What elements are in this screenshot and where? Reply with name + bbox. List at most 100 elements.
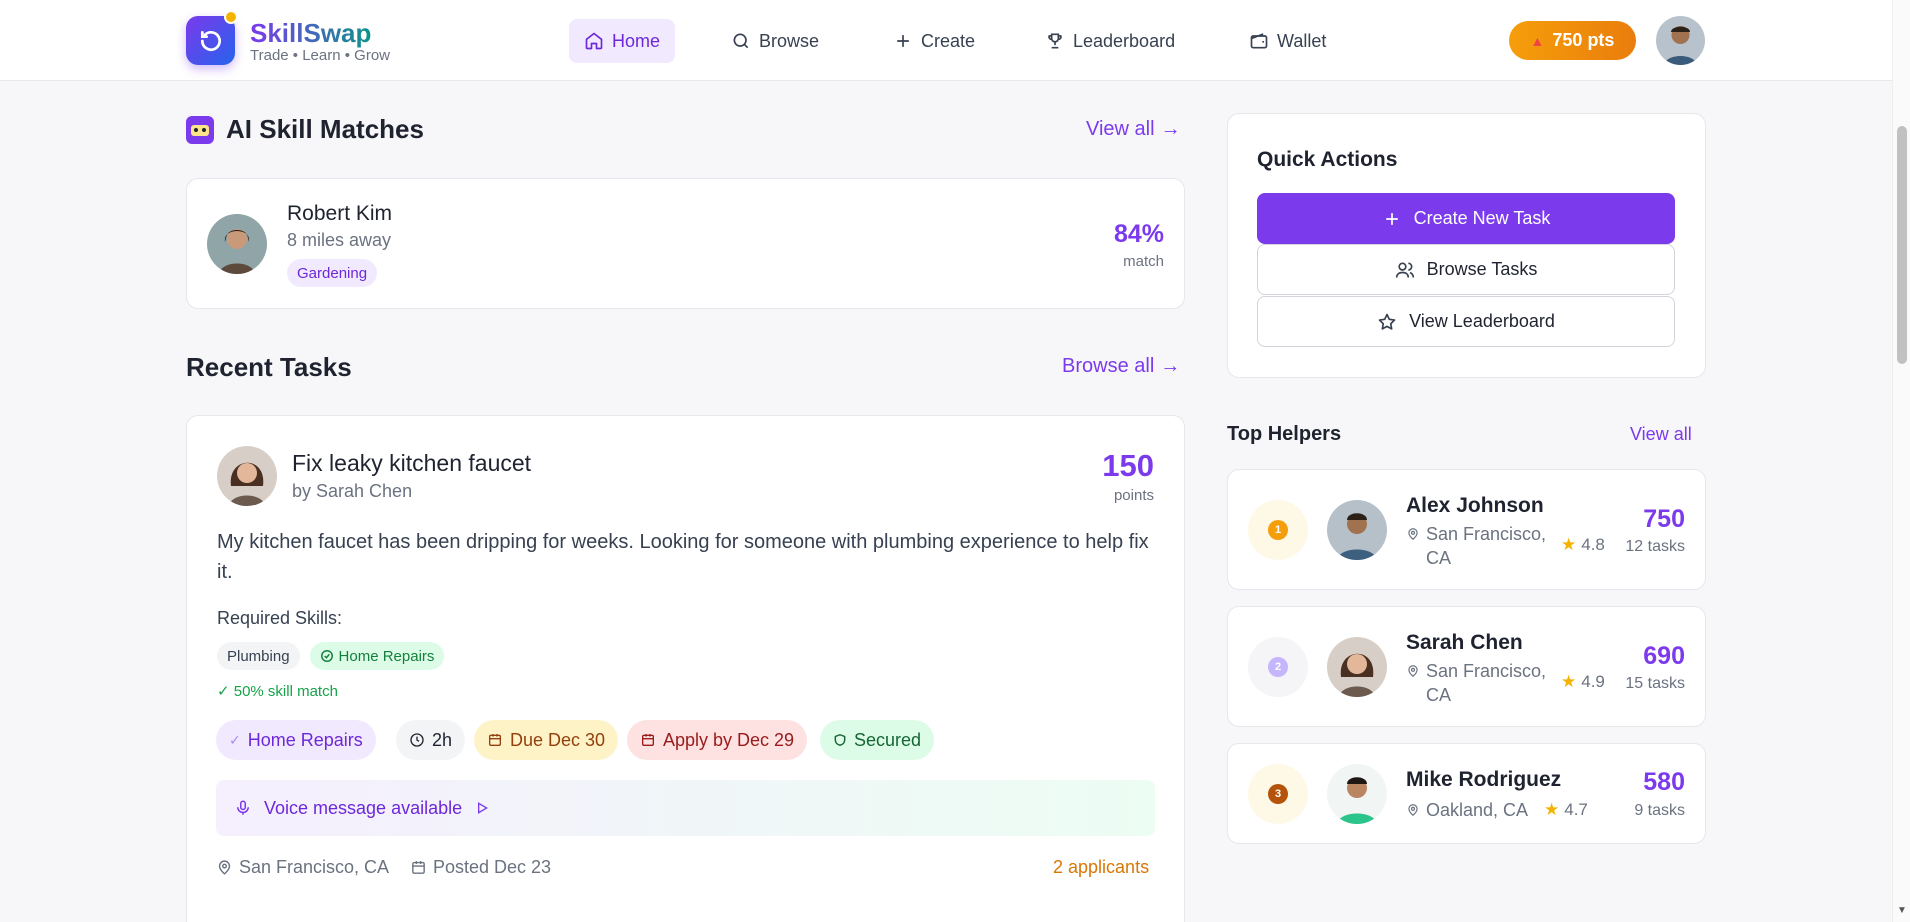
user-avatar[interactable] [1656,16,1705,65]
task-points-label: points [1113,487,1154,504]
top-helpers-title: Top Helpers [1227,423,1342,445]
scrollbar-thumb[interactable] [1897,126,1907,364]
apply-by-chip-label: Apply by Dec 29 [663,729,795,750]
rank-number: 3 [1268,784,1288,804]
search-icon [733,33,749,49]
nav-browse-label: Browse [759,30,820,51]
helper-location-label: San Francisco, CA [1426,524,1547,568]
gold-medal-icon: 1 [1248,500,1308,560]
helper-name: Mike Rodriguez [1406,768,1562,791]
task-card[interactable]: Fix leaky kitchen faucet by Sarah Chen 1… [186,415,1185,922]
robot-icon [186,115,214,144]
helper-location-label: San Francisco, CA [1426,661,1547,705]
helper-avatar [1327,637,1387,697]
helper-card[interactable]: 2 Sarah Chen San Francisco, CA ★ 4.9 690… [1227,606,1706,727]
create-new-task-button[interactable]: Create New Task [1257,193,1675,244]
helper-tasks: 15 tasks [1625,675,1685,692]
trophy-icon [1048,33,1062,49]
calendar-icon [412,861,425,874]
view-leaderboard-button[interactable]: View Leaderboard [1257,296,1675,347]
helper-location: Oakland, CA [1406,798,1528,822]
required-skills-label: Required Skills: [217,608,343,628]
helper-avatar [1327,764,1387,824]
nav-wallet-label: Wallet [1277,30,1327,51]
secured-chip: Secured [820,720,935,760]
category-chip: ✓ Home Repairs [216,720,376,760]
top-helpers-view-all-link[interactable]: View all [1630,424,1692,445]
create-new-task-label: Create New Task [1413,208,1551,228]
plus-icon [1385,212,1398,225]
skill-tag-label: Home Repairs [338,647,435,665]
browse-tasks-label: Browse Tasks [1426,259,1538,279]
page-scrollbar[interactable]: ▼ [1892,0,1910,922]
helper-card[interactable]: 1 Alex Johnson San Francisco, CA ★ 4.8 7… [1227,469,1706,590]
nav-home[interactable]: Home [569,19,676,63]
wrench-icon: ✓ [229,731,241,748]
browse-tasks-button[interactable]: Browse Tasks [1257,244,1675,295]
recent-tasks-heading: Recent Tasks [186,352,352,383]
star-icon: ★ [1561,535,1577,554]
nav-create[interactable]: Create [878,19,990,63]
scroll-down-arrow-icon[interactable]: ▼ [1897,905,1907,916]
rank-number: 1 [1268,520,1288,540]
helper-location: San Francisco, CA [1406,659,1566,707]
helper-rating-value: 4.9 [1581,672,1605,691]
silver-medal-icon: 2 [1248,637,1308,697]
match-card[interactable]: Robert Kim 8 miles away Gardening 84% ma… [186,178,1185,309]
task-points: 150 [1102,448,1154,483]
match-label: match [1123,253,1164,270]
arrow-right-icon: → [1160,355,1181,377]
task-posted-label: Posted Dec 23 [433,857,552,877]
star-icon: ★ [1544,800,1560,819]
helper-rating: ★ 4.7 [1544,800,1588,820]
helper-points: 690 [1643,642,1685,670]
due-chip: Due Dec 30 [474,720,619,760]
nav-create-label: Create [921,30,976,51]
quick-actions-title: Quick Actions [1257,148,1398,171]
recent-tasks-title: Recent Tasks [186,352,352,382]
nav-wallet[interactable]: Wallet [1234,19,1341,63]
star-icon: ★ [1561,672,1577,691]
shield-icon [834,733,846,747]
task-location-label: San Francisco, CA [239,857,390,877]
bronze-medal-icon: 3 [1248,764,1308,824]
match-distance: 8 miles away [287,230,392,250]
calendar-icon [489,734,501,746]
browse-all-link[interactable]: Browse all → [1062,355,1180,378]
helper-tasks: 9 tasks [1634,802,1685,819]
helper-points: 580 [1643,768,1685,796]
map-pin-icon [1408,528,1418,541]
task-author: by Sarah Chen [292,481,413,501]
task-posted: Posted Dec 23 [410,857,551,878]
points-badge[interactable]: ▲ 750 pts [1509,21,1636,60]
microphone-icon [237,800,249,815]
helper-rating: ★ 4.8 [1561,535,1605,555]
task-description: My kitchen faucet has been dripping for … [217,531,1149,583]
logo-badge-icon [224,10,238,24]
matches-view-all-link[interactable]: View all → [1086,118,1181,141]
play-icon[interactable] [474,800,490,816]
points-badge-label: 750 pts [1552,30,1615,50]
match-skill-tag-wrap: Gardening [287,259,378,287]
skill-tag-matched: Home Repairs [309,642,445,670]
wallet-icon [1250,33,1268,49]
task-applicants[interactable]: 2 applicants [1053,857,1149,878]
task-title[interactable]: Fix leaky kitchen faucet [292,450,531,477]
rank-number: 2 [1268,657,1288,677]
duration-chip: 2h [396,720,466,760]
clock-icon [410,733,424,747]
voice-message-bar[interactable]: Voice message available [216,780,1155,836]
helper-card[interactable]: 3 Mike Rodriguez Oakland, CA ★ 4.7 580 9… [1227,743,1706,844]
brand-name[interactable]: SkillSwap [250,18,371,49]
calendar-icon [642,734,654,746]
users-icon [1395,262,1414,278]
view-leaderboard-label: View Leaderboard [1409,311,1555,331]
flame-icon: ▲ [1530,32,1545,49]
helper-name: Sarah Chen [1406,631,1523,654]
helper-name: Alex Johnson [1406,494,1544,517]
nav-browse[interactable]: Browse [716,19,834,63]
task-author-avatar [217,446,277,506]
helper-rating-value: 4.7 [1564,800,1588,819]
nav-leaderboard[interactable]: Leaderboard [1030,19,1190,63]
arrow-right-icon: → [1160,118,1181,140]
